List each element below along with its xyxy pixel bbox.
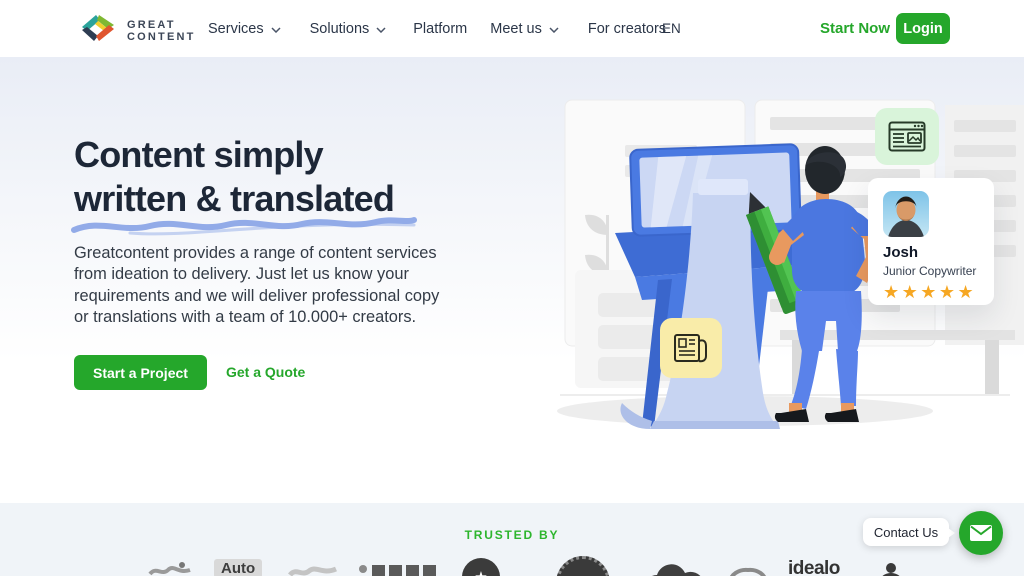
chevron-down-icon [549,27,559,33]
chevron-down-icon [376,27,386,33]
contact-us-tooltip[interactable]: Contact Us [863,518,949,546]
creator-profile-card: Josh Junior Copywriter ★★★★★ [868,178,994,305]
news-article-card [660,318,722,378]
brand-logo [878,563,904,576]
page: GREAT CONTENT Services Solutions Platfor… [0,0,1024,576]
chevron-down-icon [271,27,281,33]
nav-item-for-creators[interactable]: For creators [588,21,666,37]
contact-chat-button[interactable] [959,511,1003,555]
nav-label: Solutions [310,21,370,37]
brand-logo-icon [78,11,118,50]
hero-heading: Content simply written & translated [74,133,394,221]
login-button[interactable]: Login [896,13,950,44]
brand-logo [642,562,704,576]
brand-logo [148,562,192,576]
brand-logo-text: GREAT CONTENT [127,19,196,43]
nav-item-services[interactable]: Services [208,21,281,37]
brand-logo: Auto [214,559,262,576]
creator-rating-stars: ★★★★★ [883,282,994,303]
creator-name: Josh [883,244,994,261]
newspaper-icon [673,332,709,364]
language-selector[interactable]: EN [662,21,681,36]
brand-logo: ★ [462,558,500,576]
brand-logo: idealo [788,558,840,576]
nav-label: For creators [588,21,666,37]
hero-section: Content simply written & translated Grea… [0,57,1024,447]
creator-role: Junior Copywriter [883,264,994,278]
nav-item-meet-us[interactable]: Meet us [490,21,559,37]
brand-logo [288,565,338,576]
brand-logo[interactable]: GREAT CONTENT [78,11,196,50]
main-nav: Services Solutions Platform Meet us For … [208,0,666,57]
nav-label: Meet us [490,21,542,37]
nav-label: Services [208,21,264,37]
get-quote-link[interactable]: Get a Quote [226,364,305,380]
webpage-icon [888,121,926,152]
header: GREAT CONTENT Services Solutions Platfor… [0,0,1024,57]
start-project-button[interactable]: Start a Project [74,355,207,390]
creator-avatar [883,191,929,237]
start-now-link[interactable]: Start Now [820,20,890,37]
envelope-icon [970,525,992,541]
nav-label: Platform [413,21,467,37]
article-preview-card [875,108,939,165]
hero-paragraph: Greatcontent provides a range of content… [74,243,454,329]
nav-item-solutions[interactable]: Solutions [310,21,387,37]
wave-underline-decoration [70,212,418,238]
brand-logo: C&A [556,556,610,576]
brand-logo [358,563,444,576]
brand-logo [726,564,772,576]
nav-item-platform[interactable]: Platform [413,21,467,37]
